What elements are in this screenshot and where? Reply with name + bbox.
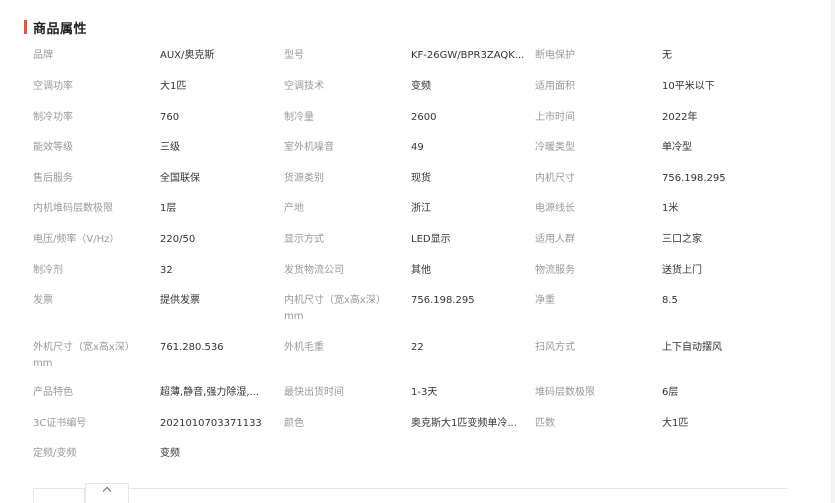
property-value: LED显示 [411,234,451,245]
property-label: 能效等级 [33,142,73,153]
property-value: 三口之家 [662,234,702,245]
property-value: 全国联保 [160,173,200,184]
property-value: 756.198.295 [662,173,726,184]
chevron-up-icon [102,486,112,496]
property-value: 三级 [160,142,180,153]
property-value: 1米 [662,203,679,214]
property-value: 761.280.536 [160,342,224,353]
property-label: 发货物流公司 [284,265,344,276]
property-label: 定频/变频 [33,448,77,459]
property-row: 3C证书编号 2021010703371133 颜色 奥克斯大1匹变频单冷... 匹数 大… [33,416,793,446]
property-row: 定频/变频 变频 [33,446,793,476]
property-label: 品牌 [33,50,53,61]
property-label: 产品特色 [33,387,73,398]
property-label: 上市时间 [535,112,575,123]
property-label: 货源类别 [284,173,324,184]
property-label: 物流服务 [535,265,575,276]
property-label: 内机尺寸（宽x高x深）mm [284,295,386,322]
property-label: 售后服务 [33,173,73,184]
property-label: 内机堆码层数极限 [33,203,113,214]
scrollbar[interactable] [831,0,835,503]
property-value: 现货 [411,173,431,184]
property-value: 无 [662,50,672,61]
property-value: 756.198.295 [411,295,475,306]
property-label: 型号 [284,50,304,61]
property-label: 颜色 [284,418,304,429]
property-label: 空调功率 [33,81,73,92]
property-value: 6层 [662,387,679,398]
property-value: 760 [160,112,180,123]
property-label: 内机尺寸 [535,173,575,184]
property-table: 品牌 AUX/奥克斯 型号 KF-26GW/BPR3ZAQK... 断电保护无空调功率大… [33,48,793,476]
property-label: 显示方式 [284,234,324,245]
property-label: 室外机噪音 [284,142,334,153]
property-row: 能效等级 三级 室外机噪音 49 冷暖类型 单冷型 [33,140,793,171]
property-label: 制冷量 [284,112,314,123]
property-label: 外机尺寸（宽x高x深）mm [33,342,135,369]
property-value: 10平米以下 [662,81,715,92]
property-value: 奥克斯大1匹变频单冷... [411,418,517,429]
property-value: AUX/奥克斯 [160,50,215,61]
property-value: 变频 [160,448,180,459]
property-row: 内机堆码层数极限 1层 产地 浙江 电源线长 1米 [33,201,793,232]
property-label: 制冷功率 [33,112,73,123]
property-row: 品牌 AUX/奥克斯 型号 KF-26GW/BPR3ZAQK... 断电保护 无 [33,48,793,79]
property-value: 220/50 [160,234,196,245]
property-value: 大1匹 [160,81,187,92]
section-title: 商品属性 [33,21,88,37]
property-label: 3C证书编号 [33,418,87,429]
property-row: 产品特色 超薄,静音,强力除湿,... 最快出货时间 1-3天 堆码层数极限 6层 [33,385,793,416]
property-value: 送货上门 [662,265,702,276]
property-label: 产地 [284,203,304,214]
property-label: 堆码层数极限 [535,387,595,398]
property-label: 扫风方式 [535,342,575,353]
property-value: 浙江 [411,203,431,214]
property-value: 超薄,静音,强力除湿,... [160,387,260,398]
property-value: 22 [411,342,424,353]
property-value: 单冷型 [662,142,692,153]
property-value: 49 [411,142,424,153]
property-label: 适用面积 [535,81,575,92]
property-label: 适用人群 [535,234,575,245]
property-label: 匹数 [535,418,555,429]
property-label: 冷暖类型 [535,142,575,153]
property-value: 1层 [160,203,177,214]
property-value: 8.5 [662,295,678,306]
divider [33,488,788,489]
property-value: 变频 [411,81,431,92]
section-header: 商品属性 [24,19,88,37]
property-row: 空调功率 大1匹 空调技术 变频 适用面积 10平米以下 [33,79,793,110]
property-value: 提供发票 [160,295,200,306]
property-value: 32 [160,265,173,276]
property-value: 大1匹 [662,418,689,429]
property-label: 电压/频率（V/Hz） [33,234,120,245]
property-value: 2021010703371133 [160,418,262,429]
property-value: 1-3天 [411,387,438,398]
property-row: 发票 提供发票 内机尺寸（宽x高x深）mm 756.198.295 净重 8.5 [33,293,793,340]
property-value: 2022年 [662,112,698,123]
property-value: 其他 [411,265,431,276]
property-label: 外机毛重 [284,342,324,353]
collapse-tab[interactable] [85,483,129,503]
property-row: 外机尺寸（宽x高x深）mm 761.280.536 外机毛重 22 扫风方式 上下自动摆风 [33,340,793,385]
tab-placeholder[interactable] [33,488,85,503]
property-row: 电压/频率（V/Hz） 220/50 显示方式 LED显示 适用人群 三口之家 [33,232,793,263]
property-value: 上下自动摆风 [662,342,722,353]
property-label: 发票 [33,295,53,306]
property-row: 售后服务 全国联保 货源类别 现货 内机尺寸 756.198.295 [33,171,793,201]
property-label: 最快出货时间 [284,387,344,398]
property-label: 断电保护 [535,50,575,61]
property-label: 净重 [535,295,555,306]
property-label: 制冷剂 [33,265,63,276]
property-label: 空调技术 [284,81,324,92]
property-value: 2600 [411,112,437,123]
property-row: 制冷剂 32 发货物流公司 其他 物流服务 送货上门 [33,263,793,293]
property-label: 电源线长 [535,203,575,214]
accent-bar [24,20,27,34]
property-row: 制冷功率 760 制冷量 2600 上市时间 2022年 [33,110,793,140]
property-value: KF-26GW/BPR3ZAQK... [411,50,525,61]
